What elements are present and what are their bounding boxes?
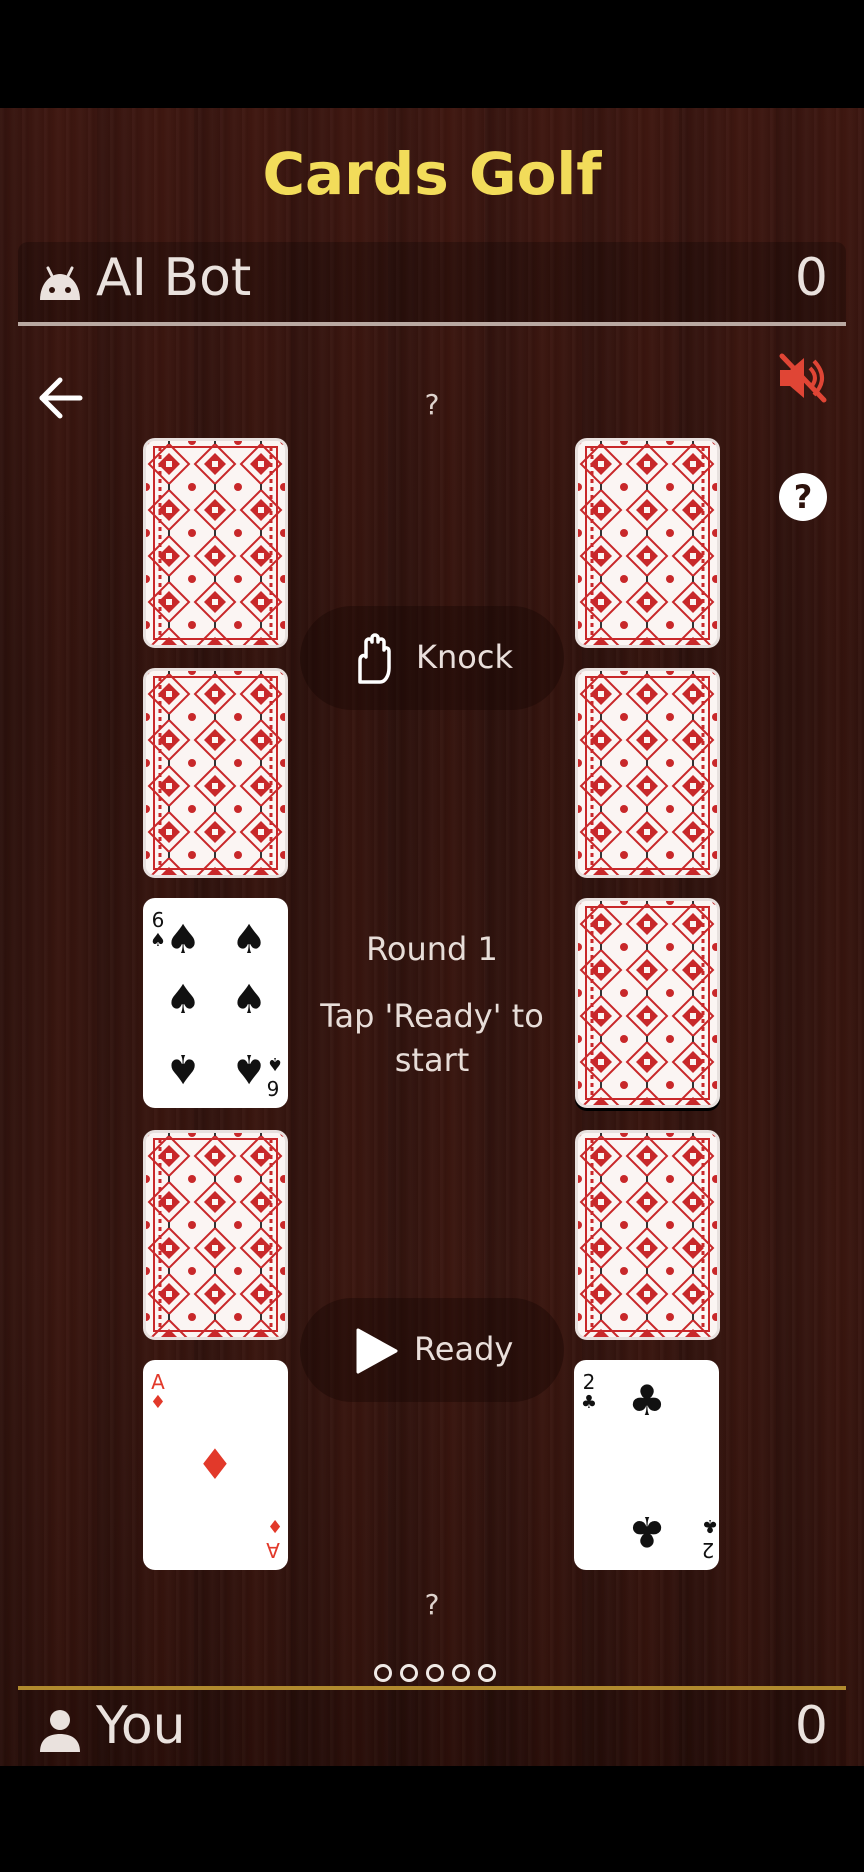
card-back[interactable]: [143, 1130, 288, 1340]
opponent-score-bar: AI Bot 0: [18, 242, 846, 326]
spade-icon: ♠: [231, 977, 267, 1023]
card-back[interactable]: [575, 898, 720, 1108]
card-pattern-icon: [578, 901, 717, 1105]
card-ace-of-diamonds[interactable]: A ♦ ♦ ♦ A: [143, 1360, 288, 1570]
spade-icon: ♠: [266, 1053, 284, 1074]
card-pattern-icon: [578, 1133, 717, 1337]
page-indicator: [374, 1664, 496, 1682]
player-score: 0: [794, 1696, 828, 1756]
diamond-icon: ♦: [196, 1440, 234, 1489]
opponent-pile-marker: ?: [424, 388, 440, 421]
spade-icon: ♠: [231, 917, 267, 963]
club-icon: ♣: [628, 1507, 666, 1556]
ready-label: Ready: [414, 1330, 514, 1368]
person-icon: [40, 1710, 80, 1752]
card-six-of-spades[interactable]: 6 ♠ ♠ ♠ ♠ ♠ ♠ ♠ ♠ 6: [143, 898, 288, 1108]
player-name: You: [96, 1696, 186, 1756]
diamond-icon: ♦: [266, 1515, 284, 1536]
card-pattern-icon: [146, 671, 285, 875]
card-pattern-icon: [578, 671, 717, 875]
spade-icon: ♠: [165, 977, 201, 1023]
club-icon: ♣: [628, 1376, 666, 1425]
app-title: Cards Golf: [262, 140, 602, 208]
card-rank: A: [266, 1538, 280, 1562]
navigation-bar: [0, 1766, 864, 1872]
knock-label: Knock: [416, 638, 513, 676]
help-button[interactable]: ?: [778, 472, 828, 522]
help-circle-icon: ?: [779, 473, 827, 521]
spade-icon: ♠: [165, 1045, 201, 1091]
player-score-bar: You 0: [18, 1686, 846, 1768]
page-dot[interactable]: [374, 1664, 392, 1682]
opponent-score: 0: [794, 248, 828, 308]
mute-button[interactable]: [776, 352, 828, 404]
club-icon: ♣: [701, 1515, 719, 1536]
status-bar: [0, 0, 864, 108]
knock-button[interactable]: Knock: [300, 606, 564, 710]
hand-icon: [358, 633, 391, 684]
back-button[interactable]: [36, 372, 88, 424]
card-pattern-icon: [578, 441, 717, 645]
page-dot[interactable]: [478, 1664, 496, 1682]
android-icon: [40, 266, 80, 300]
club-icon: ♣: [580, 1392, 598, 1413]
card-back[interactable]: [575, 668, 720, 878]
opponent-name: AI Bot: [96, 248, 252, 308]
card-two-of-clubs[interactable]: 2 ♣ ♣ ♣ ♣ 2: [574, 1360, 719, 1570]
card-back[interactable]: [575, 438, 720, 648]
card-pattern-icon: [146, 441, 285, 645]
arrow-left-icon: [39, 377, 83, 419]
ready-button[interactable]: Ready: [300, 1298, 564, 1402]
volume-off-icon: [779, 353, 827, 403]
card-rank: 2: [582, 1370, 596, 1394]
status-message: Tap 'Ready' to start: [320, 997, 544, 1079]
play-icon: [356, 1328, 398, 1374]
page-dot[interactable]: [452, 1664, 470, 1682]
diamond-icon: ♦: [149, 1392, 167, 1413]
page-dot[interactable]: [426, 1664, 444, 1682]
card-rank: 2: [701, 1538, 715, 1562]
page-dot[interactable]: [400, 1664, 418, 1682]
card-back[interactable]: [143, 668, 288, 878]
card-rank: 6: [266, 1076, 280, 1100]
card-rank: A: [151, 1370, 165, 1394]
card-pattern-icon: [146, 1133, 285, 1337]
svg-text:?: ?: [794, 478, 813, 516]
card-back[interactable]: [143, 438, 288, 648]
spade-icon: ♠: [165, 917, 201, 963]
round-label: Round 1: [366, 930, 498, 968]
card-back[interactable]: [575, 1130, 720, 1340]
player-pile-marker: ?: [424, 1588, 440, 1621]
